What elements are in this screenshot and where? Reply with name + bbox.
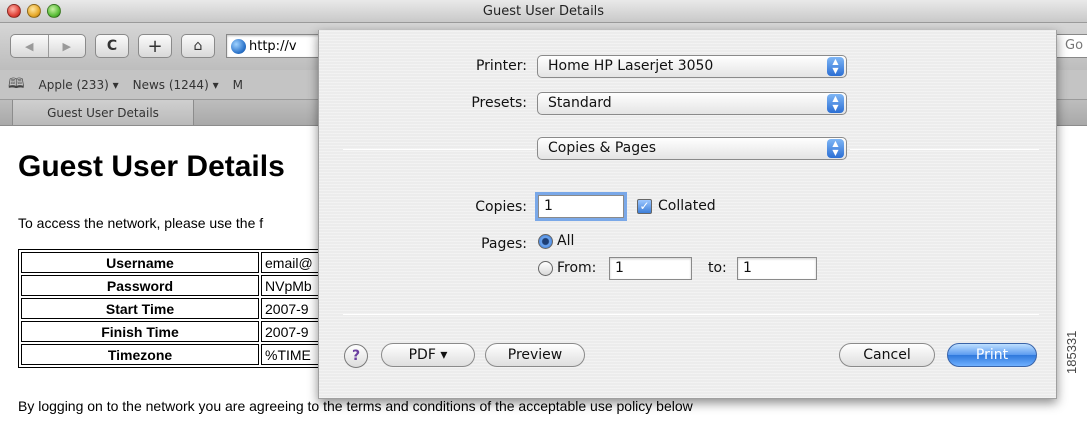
printer-label: Printer: xyxy=(475,58,527,74)
presets-label: Presets: xyxy=(471,95,527,111)
plus-icon: + xyxy=(147,35,163,57)
bookmark-m[interactable]: M xyxy=(233,78,243,92)
section-select[interactable]: Copies & Pages ▲ ▼ xyxy=(537,137,847,160)
section-divider-right xyxy=(850,149,1039,150)
pages-all-label: All xyxy=(557,233,575,249)
row-key: Password xyxy=(21,275,259,296)
reload-icon: C xyxy=(106,38,118,54)
pages-label: Pages: xyxy=(481,236,527,252)
from-page-field[interactable]: 1 xyxy=(609,257,692,280)
presets-value: Standard xyxy=(548,95,612,111)
figure-id: 185331 xyxy=(1064,330,1079,374)
preview-button[interactable]: Preview xyxy=(485,343,585,367)
guest-details-table: Username email@ Password NVpMb Start Tim… xyxy=(18,249,344,368)
row-key: Timezone xyxy=(21,344,259,365)
table-row: Password NVpMb xyxy=(21,275,341,296)
home-icon: ⌂ xyxy=(193,38,203,54)
collated-label: Collated xyxy=(658,198,716,214)
policy-notice: By logging on to the network you are agr… xyxy=(18,398,693,414)
window-titlebar: Guest User Details xyxy=(0,0,1087,23)
table-row: Username email@ xyxy=(21,252,341,273)
table-row: Start Time 2007-9 xyxy=(21,298,341,319)
globe-icon xyxy=(231,38,246,54)
popup-arrows-icon: ▲ ▼ xyxy=(827,94,844,113)
popup-arrows-icon: ▲ ▼ xyxy=(827,57,844,76)
to-page-field[interactable]: 1 xyxy=(737,257,817,280)
section-value: Copies & Pages xyxy=(548,140,657,156)
collated-checkbox[interactable]: ✓ xyxy=(637,199,652,214)
row-key: Start Time xyxy=(21,298,259,319)
pages-from-radio[interactable] xyxy=(538,261,553,276)
section-divider-left xyxy=(343,149,535,150)
page-title: Guest User Details xyxy=(18,150,285,183)
cancel-button[interactable]: Cancel xyxy=(839,343,935,367)
to-label: to: xyxy=(708,260,727,276)
copies-field[interactable]: 1 xyxy=(538,195,624,218)
print-button[interactable]: Print xyxy=(947,343,1037,367)
address-text: http://v xyxy=(249,38,297,54)
row-key: Username xyxy=(21,252,259,273)
presets-select[interactable]: Standard ▲ ▼ xyxy=(537,92,847,115)
pdf-menu-button[interactable]: PDF ▾ xyxy=(381,343,475,367)
printer-value: Home HP Laserjet 3050 xyxy=(548,58,714,74)
window-title: Guest User Details xyxy=(482,4,605,19)
popup-arrows-icon: ▲ ▼ xyxy=(827,139,844,158)
bookmark-news[interactable]: News (1244) ▾ xyxy=(133,78,219,92)
forward-button[interactable]: ▶ xyxy=(49,40,86,53)
book-icon[interactable]: 🕮 xyxy=(8,73,25,97)
row-key: Finish Time xyxy=(21,321,259,342)
footer-divider xyxy=(343,314,1039,315)
printer-select[interactable]: Home HP Laserjet 3050 ▲ ▼ xyxy=(537,55,847,78)
home-button[interactable]: ⌂ xyxy=(181,34,215,58)
table-row: Timezone %TIME xyxy=(21,344,341,365)
help-button[interactable]: ? xyxy=(344,344,368,368)
back-forward-buttons: ◀ ▶ xyxy=(10,34,86,58)
copies-label: Copies: xyxy=(475,199,527,215)
tab-guest-user-details[interactable]: Guest User Details xyxy=(12,100,194,126)
add-bookmark-button[interactable]: + xyxy=(138,34,172,58)
back-button[interactable]: ◀ xyxy=(11,40,48,53)
print-dialog: Printer: Home HP Laserjet 3050 ▲ ▼ Preset… xyxy=(318,30,1057,399)
table-row: Finish Time 2007-9 xyxy=(21,321,341,342)
pages-all-radio[interactable] xyxy=(538,234,553,249)
intro-text: To access the network, please use the f xyxy=(18,215,264,231)
reload-button[interactable]: C xyxy=(95,34,129,58)
bookmark-apple[interactable]: Apple (233) ▾ xyxy=(39,78,119,92)
pages-from-label: From: xyxy=(557,260,597,276)
